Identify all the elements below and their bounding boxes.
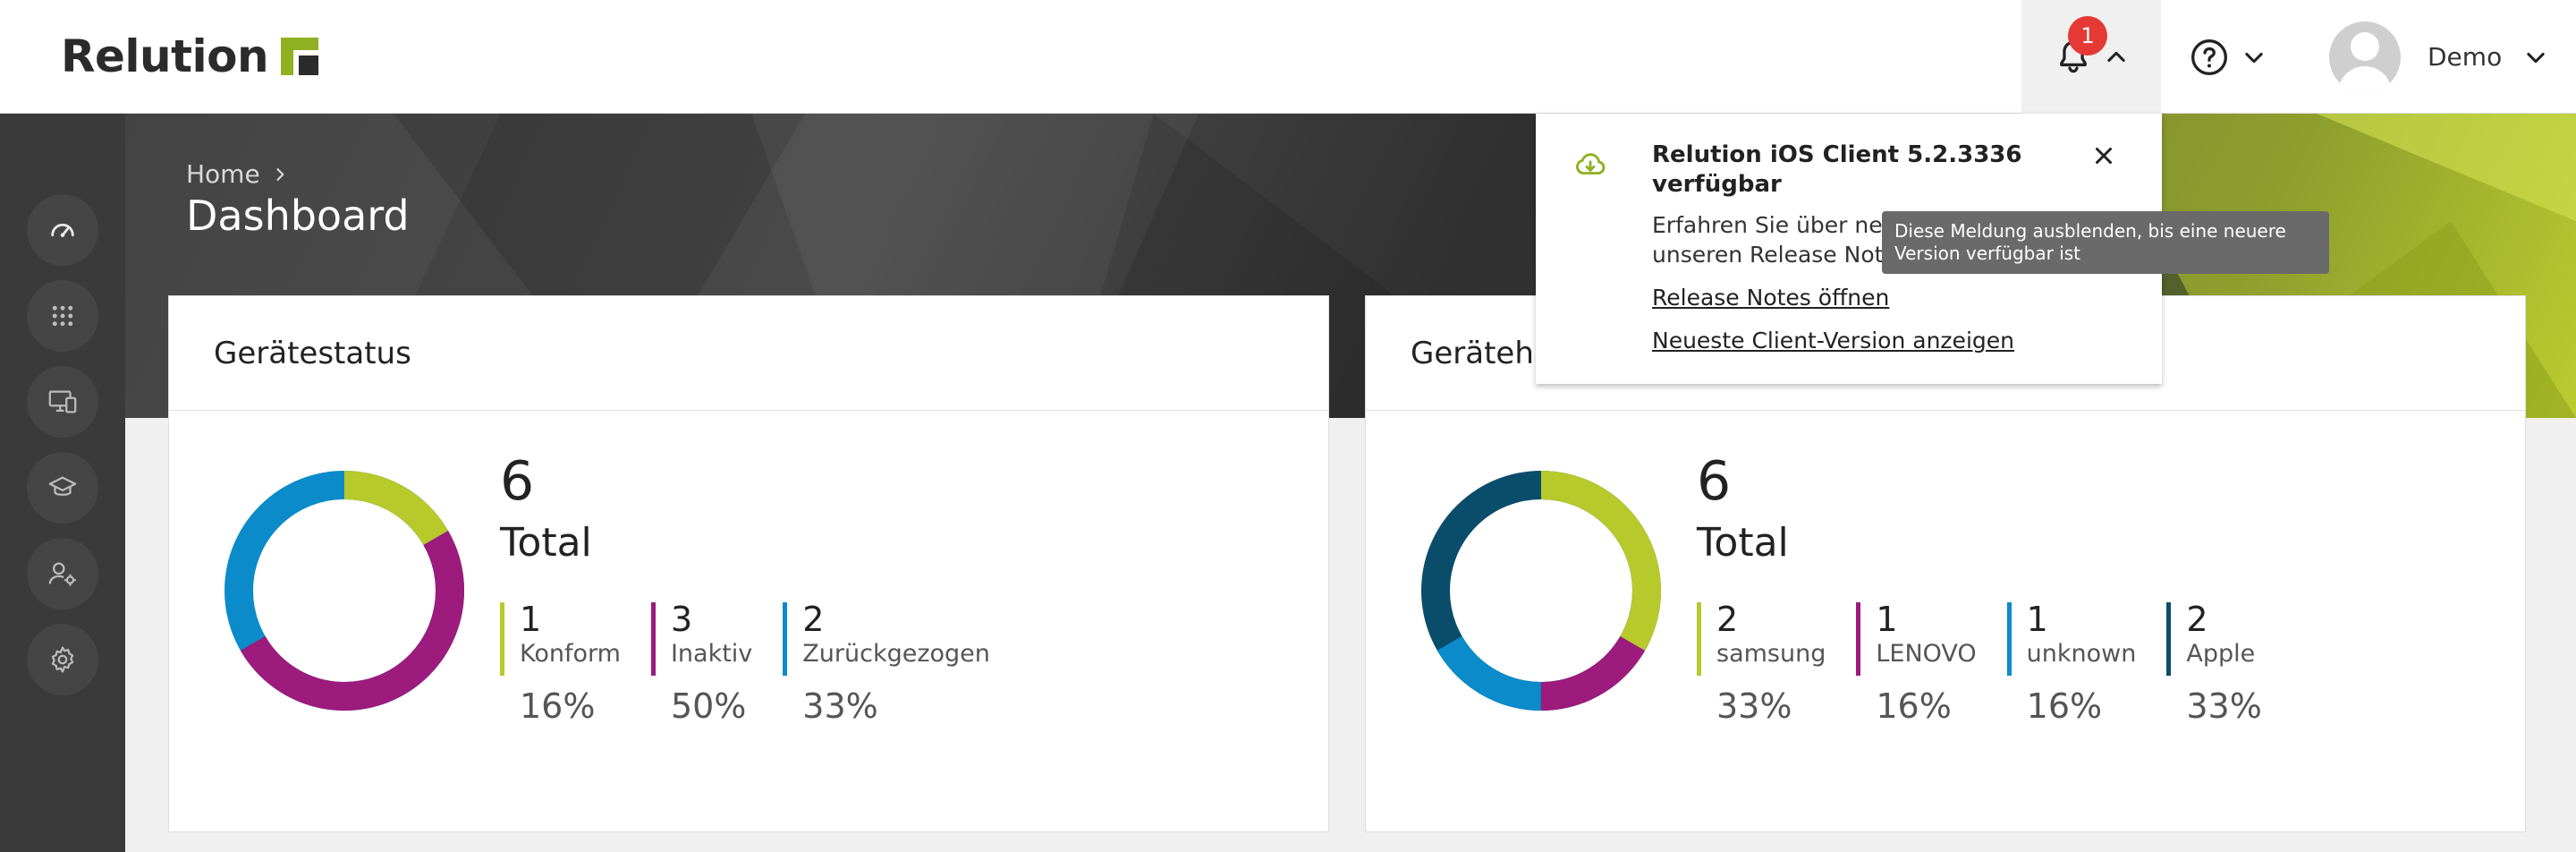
legend-count: 1 <box>520 600 542 639</box>
breadcrumb: Home <box>186 159 289 189</box>
legend-item-samsung[interactable]: 2 samsung 33% <box>1697 601 1826 726</box>
sidebar-item-education[interactable] <box>27 452 98 524</box>
legend-label: Zurückgezogen <box>802 640 990 668</box>
legend-label: samsung <box>1716 640 1826 668</box>
logo-mark-icon <box>281 38 319 75</box>
education-icon <box>48 476 77 496</box>
breadcrumb-home-link[interactable]: Home <box>186 159 260 189</box>
legend-count: 2 <box>802 600 825 639</box>
legend-count: 1 <box>1876 600 1898 639</box>
legend-item-apple[interactable]: 2 Apple 33% <box>2166 600 2262 726</box>
legend-percent: 16% <box>520 686 596 726</box>
chevron-down-icon <box>2245 52 2263 63</box>
logo-text: Relution <box>61 30 269 82</box>
devices-icon <box>48 390 77 413</box>
notification-count-badge: 1 <box>2068 16 2107 55</box>
sidebar-item-apps[interactable] <box>27 280 98 352</box>
notifications-button[interactable]: 1 <box>2021 0 2161 114</box>
sidebar-item-settings[interactable] <box>27 624 98 695</box>
release-notes-link[interactable]: Release Notes öffnen <box>1652 285 1889 311</box>
dismiss-tooltip: Diese Meldung ausblenden, bis eine neuer… <box>1882 211 2329 274</box>
total-label: Total <box>1697 520 1789 566</box>
legend-item-lenovo[interactable]: 1 LENOVO 16% <box>1856 600 1977 726</box>
top-header: Relution 1 Demo <box>0 0 2576 114</box>
legend-item-zurueckgezogen[interactable]: 2 Zurückgezogen 33% <box>783 601 990 726</box>
help-menu-button[interactable] <box>2190 0 2267 114</box>
sidebar-item-dashboard[interactable] <box>27 194 98 266</box>
total-label: Total <box>500 520 592 566</box>
sidebar <box>0 114 125 852</box>
apps-grid-icon <box>52 305 73 327</box>
user-name: Demo <box>2428 42 2503 72</box>
notification-title: Relution iOS Client 5.2.3336 verfügbar <box>1652 141 2022 198</box>
legend-count: 1 <box>2026 600 2048 639</box>
legend-label: LENOVO <box>1876 640 1977 668</box>
legend-count: 3 <box>670 600 693 639</box>
legend-label: Konform <box>520 640 621 668</box>
page-title: Dashboard <box>186 192 410 240</box>
chevron-right-icon <box>276 167 284 181</box>
legend-item-inaktiv[interactable]: 3 Inaktiv 50% <box>650 600 753 726</box>
legend-label: Apple <box>2186 640 2256 668</box>
legend-count: 2 <box>2186 600 2208 639</box>
legend-percent: 16% <box>1876 686 1952 726</box>
dashboard-icon <box>51 223 74 237</box>
legend: 1 Konform 16% 3 Inaktiv 50% 2 Zurückgezo… <box>500 601 1021 726</box>
chevron-up-icon <box>2107 51 2125 62</box>
legend-count: 2 <box>1716 600 1739 639</box>
total-count: 6 <box>1697 450 1732 513</box>
legend-percent: 33% <box>1716 686 1792 726</box>
user-menu-button[interactable]: Demo <box>2329 0 2548 114</box>
latest-client-link[interactable]: Neueste Client-Version anzeigen <box>1652 328 2014 354</box>
legend: 2 samsung 33% 1 LENOVO 16% 1 unknown 16%… <box>1697 601 2292 726</box>
cloud-download-icon <box>1576 153 1606 175</box>
avatar <box>2329 21 2401 93</box>
legend-label: unknown <box>2026 640 2137 668</box>
device-manufacturer-donut-chart <box>1421 471 1661 711</box>
legend-percent: 33% <box>802 686 878 726</box>
chevron-down-icon <box>2527 52 2545 63</box>
card-title: Gerätestatus <box>169 296 1328 411</box>
close-icon[interactable] <box>2090 142 2117 169</box>
device-status-card: Gerätestatus 6 Total 1 Konform 16% 3 Ina… <box>168 295 1329 832</box>
legend-item-konform[interactable]: 1 Konform 16% <box>500 601 621 726</box>
legend-percent: 33% <box>2186 686 2262 726</box>
device-status-donut-chart <box>225 471 464 711</box>
total-count: 6 <box>500 450 535 513</box>
legend-item-unknown[interactable]: 1 unknown 16% <box>2006 600 2137 726</box>
gear-icon <box>51 646 74 673</box>
relution-logo[interactable]: Relution <box>61 25 319 88</box>
user-settings-icon <box>48 562 76 586</box>
sidebar-item-devices[interactable] <box>27 366 98 438</box>
legend-label: Inaktiv <box>670 640 753 668</box>
legend-percent: 16% <box>2026 686 2103 726</box>
legend-percent: 50% <box>670 686 747 726</box>
sidebar-item-users[interactable] <box>27 538 98 609</box>
help-icon <box>2191 38 2227 75</box>
